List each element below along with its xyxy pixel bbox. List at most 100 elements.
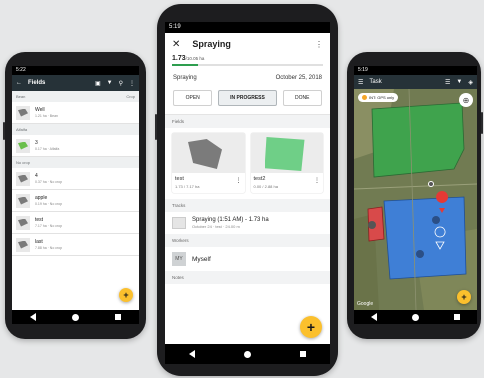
add-fab[interactable]: + [457, 290, 471, 304]
status-bar: 5:19 [354, 66, 477, 75]
kebab-icon[interactable]: ⋮ [236, 177, 242, 184]
kebab-icon[interactable]: ⋮ [314, 177, 320, 184]
field-name: 4 [35, 173, 38, 179]
field-marker[interactable] [416, 250, 424, 258]
field-thumbnail [16, 105, 30, 120]
group-header: No crop [12, 157, 139, 168]
back-icon[interactable] [30, 313, 36, 321]
map-canvas [354, 89, 477, 310]
gps-status-chip[interactable]: INT: GPS only [358, 93, 399, 102]
group-name: No crop [16, 160, 31, 165]
home-icon[interactable] [243, 350, 251, 358]
field-area: 1.73 / 7.17 ha [175, 184, 200, 189]
field-subtitle: 0.37 ha · No crop [35, 180, 63, 184]
group-name: Alfalfa [16, 127, 28, 132]
worker-item[interactable]: MY Myself [165, 247, 330, 271]
list-icon[interactable]: ☰ [445, 79, 450, 86]
kebab-icon[interactable]: ⋮ [315, 40, 323, 49]
field-card[interactable]: test2 0.00 / 2.88 ha ⋮ [250, 133, 323, 193]
field-list: Bean Crop Well 1.21 ha · Bean Alfalfa 3 0.17 h… [12, 91, 139, 256]
status-bar: 5:19 [165, 22, 330, 33]
field-thumbnail [16, 237, 30, 252]
field-green[interactable] [371, 102, 465, 178]
status-done-button[interactable]: DONE [282, 90, 322, 106]
group-name: Bean [16, 94, 26, 99]
area-total: /10.05 ha [185, 56, 205, 61]
fields-app-bar: ← Fields ▣ ▼ ⚲ ⋮ [12, 75, 139, 91]
right-screen: 5:19 ☰ Task ☰ ▼ ◈ INT: GPS only ⊕ Google… [354, 66, 477, 324]
field-blue[interactable] [383, 196, 467, 280]
back-arrow-icon[interactable]: ← [16, 80, 22, 86]
task-date[interactable]: October 25, 2018 [276, 75, 322, 81]
middle-screen: 5:19 ✕ Spraying ⋮ 1.73/10.05 ha Spraying… [165, 22, 330, 364]
field-thumbnail [16, 193, 30, 208]
field-card[interactable]: test 1.73 / 7.17 ha ⋮ [172, 133, 245, 193]
status-open-button[interactable]: OPEN [173, 90, 213, 106]
field-thumbnail [250, 133, 323, 173]
area-value: 1.73 [172, 55, 186, 62]
middle-phone: 5:19 ✕ Spraying ⋮ 1.73/10.05 ha Spraying… [155, 4, 338, 376]
back-icon[interactable] [371, 313, 378, 321]
kebab-icon[interactable]: ⋮ [129, 80, 135, 87]
layers-icon[interactable]: ◈ [468, 79, 473, 86]
field-name: test [35, 217, 44, 223]
list-item[interactable]: 4 0.37 ha · No crop [12, 168, 139, 190]
home-icon[interactable] [411, 313, 419, 321]
worker-name: Myself [192, 255, 211, 263]
warning-icon [362, 95, 367, 100]
add-fab[interactable]: + [300, 316, 322, 338]
field-subtitle: 0.17 ha · Alfalfa [35, 147, 60, 151]
fields-section-header: Fields [165, 115, 330, 128]
field-marker[interactable] [432, 216, 440, 224]
sort-label[interactable]: Crop [126, 94, 135, 99]
activity-type: Spraying [173, 75, 197, 81]
status-bar: 5:22 [12, 66, 139, 75]
field-name: Well [35, 107, 45, 113]
track-title: Spraying (1:51 AM) - 1.73 ha [192, 217, 269, 223]
home-icon[interactable] [72, 313, 79, 321]
track-subtitle: October 24 · test · 24.00 m [192, 224, 240, 229]
map-view[interactable]: INT: GPS only ⊕ Google + [354, 89, 477, 310]
left-phone: 5:22 ← Fields ▣ ▼ ⚲ ⋮ Bean Crop Well 1.21 h… [3, 52, 146, 339]
filter-icon[interactable]: ▼ [456, 79, 462, 85]
tracks-section-header: Tracks [165, 199, 330, 212]
field-marker[interactable] [368, 221, 376, 229]
field-area: 0.00 / 2.88 ha [253, 184, 278, 189]
back-icon[interactable] [189, 350, 196, 358]
list-item[interactable]: test 7.17 ha · No crop [12, 212, 139, 234]
page-title: Spraying [192, 39, 231, 49]
list-item[interactable]: last 7.88 ha · No crop [12, 234, 139, 256]
close-icon[interactable]: ✕ [172, 39, 180, 50]
field-thumbnail [16, 138, 30, 153]
group-header: Bean Crop [12, 91, 139, 102]
list-item[interactable]: Well 1.21 ha · Bean [12, 102, 139, 124]
plus-icon: + [306, 319, 316, 335]
recents-icon[interactable] [299, 351, 306, 357]
recents-icon[interactable] [115, 314, 121, 320]
android-nav-bar [12, 310, 139, 324]
filter-icon[interactable]: ▼ [107, 80, 113, 86]
status-in-progress-button[interactable]: IN PROGRESS [218, 90, 277, 106]
field-subtitle: 7.17 ha · No crop [35, 224, 63, 228]
left-screen: 5:22 ← Fields ▣ ▼ ⚲ ⋮ Bean Crop Well 1.21 h… [12, 66, 139, 324]
avatar: MY [172, 252, 186, 266]
task-app-bar: ✕ Spraying ⋮ [165, 33, 330, 55]
add-field-fab[interactable]: + [119, 288, 133, 302]
track-item[interactable]: Spraying (1:51 AM) - 1.73 ha October 24 … [165, 212, 330, 234]
recents-icon[interactable] [453, 314, 460, 320]
list-item[interactable]: apple 0.19 ha · No crop [12, 190, 139, 212]
field-name: test [175, 176, 184, 182]
field-subtitle: 1.21 ha · Bean [35, 114, 58, 118]
menu-icon[interactable]: ☰ [358, 79, 363, 86]
field-marker[interactable] [429, 182, 433, 186]
my-location-button[interactable]: ⊕ [459, 93, 473, 107]
android-nav-bar [354, 310, 477, 324]
list-item[interactable]: 3 0.17 ha · Alfalfa [12, 135, 139, 157]
field-thumbnail [16, 171, 30, 186]
page-title: Task [369, 79, 382, 85]
right-phone: 5:19 ☰ Task ☰ ▼ ◈ INT: GPS only ⊕ Google… [347, 52, 483, 339]
search-icon[interactable]: ⚲ [119, 80, 123, 87]
map-icon[interactable]: ▣ [95, 80, 101, 87]
field-cards: test 1.73 / 7.17 ha ⋮ test2 0.00 / 2.88 … [165, 128, 330, 199]
page-title: Fields [28, 80, 46, 86]
